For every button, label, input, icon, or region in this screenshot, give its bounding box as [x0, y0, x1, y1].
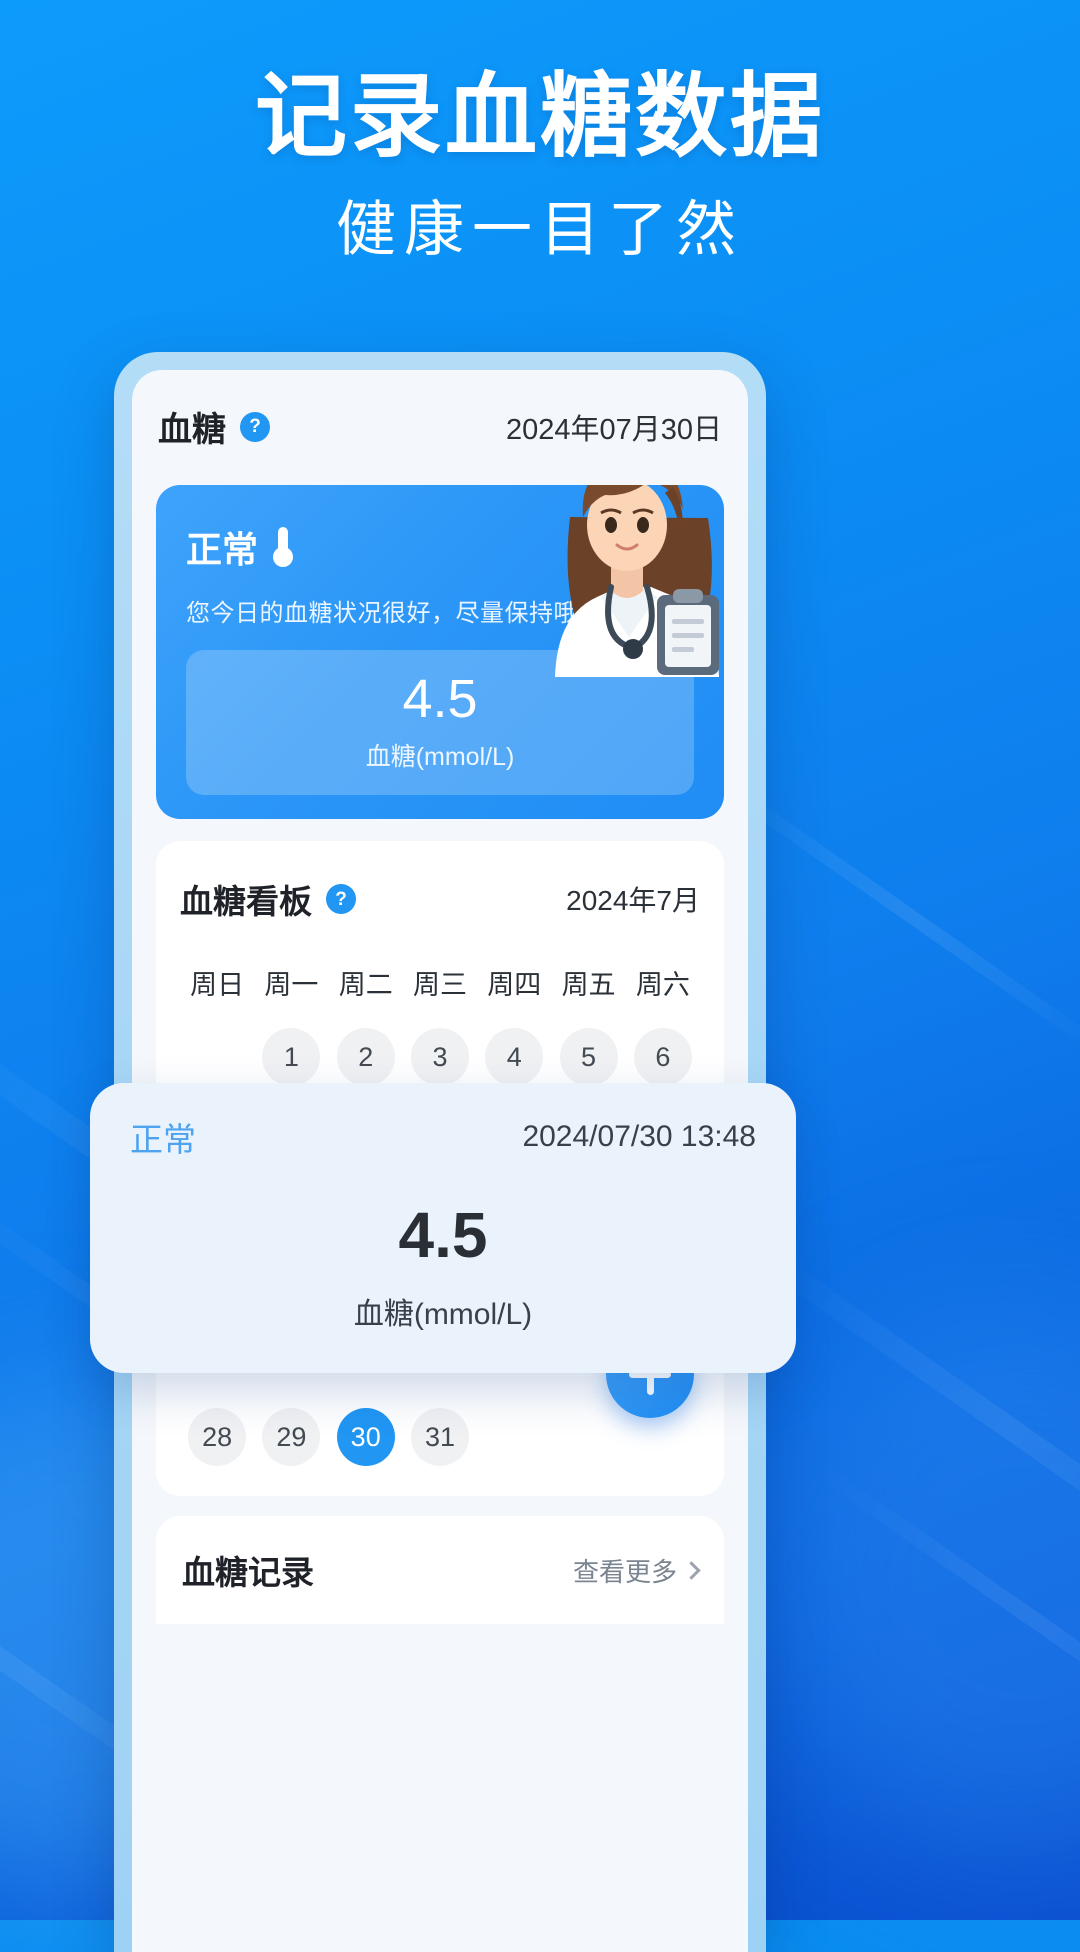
calendar-day[interactable]: 2 [336, 1028, 395, 1087]
question-mark-icon[interactable]: ? [240, 411, 270, 442]
popup-glucose-unit: 血糖(mmol/L) [353, 1298, 533, 1331]
status-description: 您今日的血糖状况很好，尽量保持哦 [186, 600, 578, 627]
glucose-detail-popup[interactable]: 正常 2024/07/30 13:48 4.5 血糖(mmol/L) [90, 1083, 796, 1373]
board-header-left: 血糖看板 ? [180, 875, 356, 923]
calendar-day [560, 1408, 618, 1466]
view-more-link[interactable]: 查看更多 [572, 1552, 701, 1589]
doctor-avatar [555, 485, 719, 677]
popup-timestamp: 2024/07/30 13:48 [522, 1120, 756, 1153]
calendar-day [188, 1028, 246, 1086]
popup-glucose-value: 4.5 [398, 1199, 488, 1271]
current-date: 2024年07月30日 [505, 413, 722, 446]
glucose-value-panel: 4.5 血糖(mmol/L) [186, 650, 694, 796]
thermometer-icon [270, 527, 296, 567]
weekday-label: 周一 [264, 970, 319, 1001]
question-mark-icon[interactable]: ? [326, 884, 356, 915]
weekday-label: 周三 [412, 970, 467, 1001]
glucose-record-card: 血糖记录 查看更多 [156, 1516, 724, 1625]
calendar-day[interactable]: 29 [262, 1408, 321, 1467]
page-title: 血糖 [158, 411, 226, 449]
calendar-day[interactable]: 4 [485, 1028, 544, 1087]
app-header-left: 血糖 ? [158, 402, 270, 451]
calendar-day [485, 1408, 543, 1466]
weekday-label: 周二 [338, 970, 393, 1001]
board-header: 血糖看板 ? 2024年7月 [180, 875, 700, 923]
hero-section: 记录血糖数据 健康一目了然 [0, 0, 1080, 263]
calendar-day[interactable]: 3 [410, 1028, 469, 1087]
calendar-last-week-row: 28 29 30 31 [180, 1408, 700, 1467]
calendar-day[interactable]: 6 [633, 1028, 692, 1087]
status-badge: 正常 [186, 529, 259, 570]
status-header: 正常 [186, 521, 694, 573]
hero-title: 记录血糖数据 [254, 66, 825, 168]
calendar-day[interactable]: 1 [262, 1028, 321, 1087]
weekday-header-row: 周日 周一 周二 周三 周四 周五 周六 [180, 963, 700, 1002]
calendar-day-selected[interactable]: 30 [336, 1408, 395, 1467]
popup-status-badge: 正常 [130, 1121, 196, 1158]
calendar-week-row: 1 2 3 4 5 6 [180, 1028, 700, 1087]
glucose-value: 4.5 [402, 669, 478, 729]
weekday-label: 周四 [487, 970, 542, 1001]
board-month[interactable]: 2024年7月 [566, 879, 700, 919]
glucose-unit: 血糖(mmol/L) [365, 743, 515, 772]
app-header: 血糖 ? 2024年07月30日 [132, 370, 748, 465]
record-title: 血糖记录 [182, 1554, 314, 1592]
popup-header: 正常 2024/07/30 13:48 [130, 1113, 756, 1161]
calendar-day[interactable]: 28 [188, 1408, 247, 1467]
board-title: 血糖看板 [180, 883, 312, 921]
weekday-label: 周日 [190, 970, 245, 1001]
view-more-label: 查看更多 [572, 1556, 677, 1587]
calendar-day[interactable]: 5 [559, 1028, 618, 1087]
hero-subtitle: 健康一目了然 [336, 196, 744, 264]
weekday-label: 周五 [561, 970, 616, 1001]
calendar-day[interactable]: 31 [410, 1408, 469, 1467]
chevron-right-icon [682, 1561, 701, 1580]
status-card[interactable]: 正常 您今日的血糖状况很好，尽量保持哦 4.5 血糖(mmol/L) [156, 485, 724, 820]
weekday-label: 周六 [635, 970, 690, 1001]
